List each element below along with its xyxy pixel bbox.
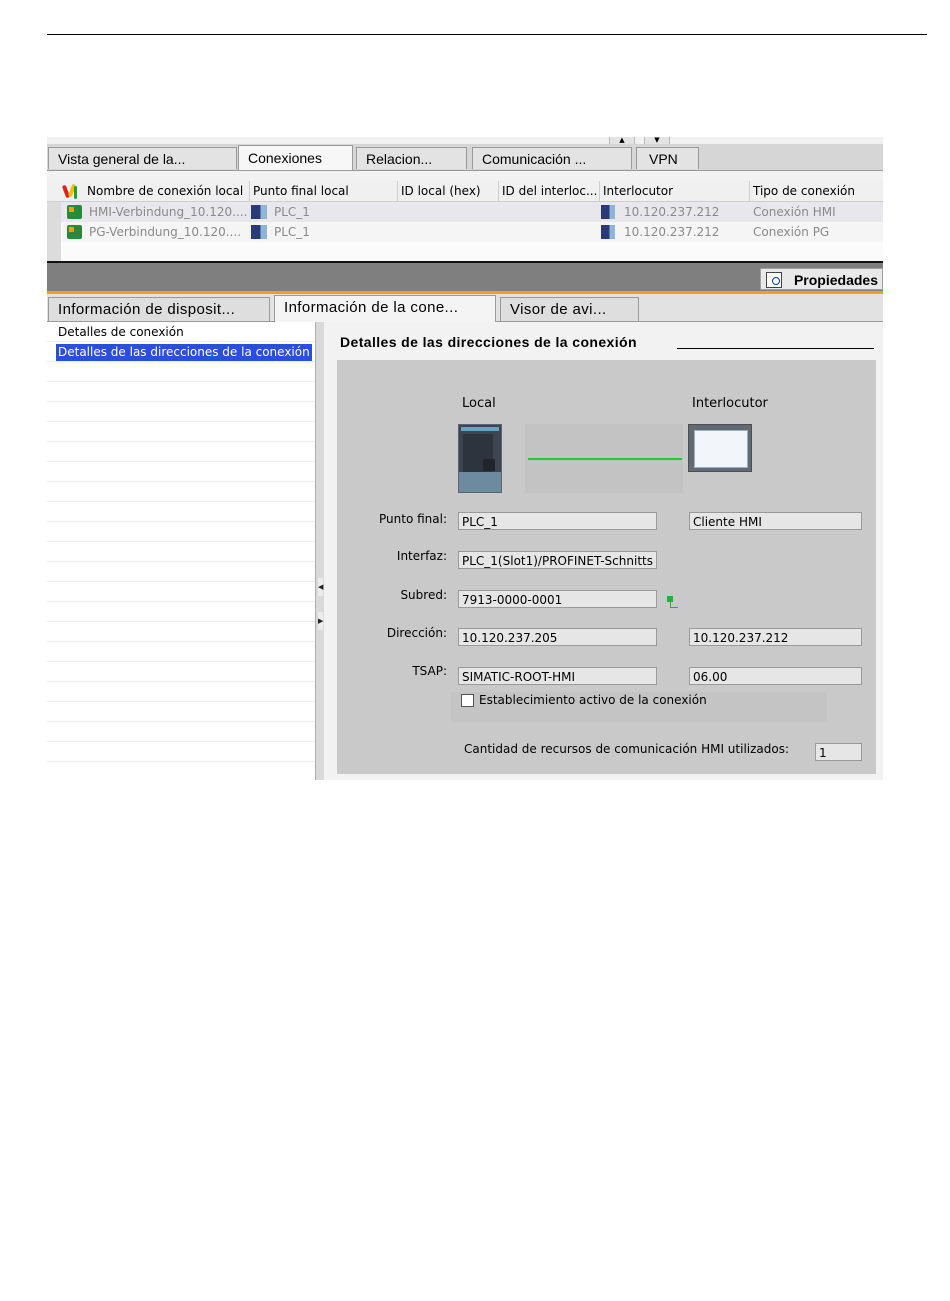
properties-label: Propiedades bbox=[793, 272, 878, 288]
interface-label: Interfaz: bbox=[396, 549, 447, 563]
connections-table: Nombre de conexión local Punto final loc… bbox=[47, 181, 883, 263]
hmi-resources-label: Cantidad de recursos de comunicación HMI… bbox=[464, 742, 790, 756]
active-connection-row: Establecimiento activo de la conexión bbox=[451, 692, 827, 722]
hmi-panel-icon bbox=[688, 424, 752, 472]
cell-local-id bbox=[397, 222, 498, 242]
col-local-connection-name[interactable]: Nombre de conexión local bbox=[84, 181, 249, 201]
cell-connection-type: Conexión PG bbox=[753, 225, 830, 239]
row-header[interactable] bbox=[47, 222, 61, 242]
address-details-box: Local Interlocutor Punto final: PLC_1 Cl… bbox=[337, 360, 876, 774]
hmi-connection-icon bbox=[67, 205, 82, 219]
table-row-empty[interactable] bbox=[47, 242, 883, 263]
partner-tsap-field[interactable]: 06.00 bbox=[689, 667, 862, 685]
tab-communication[interactable]: Comunicación ... bbox=[472, 147, 632, 169]
tab-connections[interactable]: Conexiones bbox=[238, 145, 353, 170]
cell-connection-type: Conexión HMI bbox=[753, 205, 836, 219]
pg-connection-icon bbox=[67, 225, 82, 239]
tab-connection-info[interactable]: Información de la cone... bbox=[274, 295, 496, 322]
tab-vpn[interactable]: VPN bbox=[636, 147, 699, 169]
cell-local-endpoint: PLC_1 bbox=[274, 225, 310, 239]
page-top-rule bbox=[47, 34, 927, 35]
section-title-rule bbox=[677, 348, 874, 349]
connection-link-line bbox=[528, 458, 682, 460]
subnet-network-icon bbox=[667, 596, 681, 610]
tab-relations[interactable]: Relacion... bbox=[356, 147, 467, 169]
plc-device-icon bbox=[458, 424, 502, 493]
local-header: Local bbox=[462, 396, 496, 411]
plc-device-icon bbox=[251, 205, 267, 219]
partner-device-icon bbox=[601, 225, 615, 239]
tab-overview[interactable]: Vista general de la... bbox=[48, 147, 237, 169]
connection-info-nav: Detalles de conexión Detalles de las dir… bbox=[47, 322, 315, 780]
cell-partner: 10.120.237.212 bbox=[624, 225, 720, 239]
local-tsap-field[interactable]: SIMATIC-ROOT-HMI bbox=[458, 667, 657, 685]
plc-device-icon bbox=[251, 225, 267, 239]
properties-button[interactable]: Propiedades bbox=[760, 268, 883, 290]
active-connection-label: Establecimiento activo de la conexión bbox=[479, 693, 707, 707]
cell-partner-id bbox=[498, 222, 599, 242]
cell-connection-name: PG-Verbindung_10.120.... bbox=[89, 225, 242, 239]
cell-partner: 10.120.237.212 bbox=[624, 205, 720, 219]
tab-alarm-viewer[interactable]: Visor de avi... bbox=[500, 297, 639, 321]
col-local-endpoint[interactable]: Punto final local bbox=[249, 181, 397, 201]
partner-endpoint-field[interactable]: Cliente HMI bbox=[689, 512, 862, 530]
col-local-id[interactable]: ID local (hex) bbox=[397, 181, 498, 201]
tab-device-info[interactable]: Información de disposit... bbox=[48, 297, 270, 321]
cell-local-endpoint: PLC_1 bbox=[274, 205, 310, 219]
subnet-label: Subred: bbox=[400, 588, 447, 602]
local-interface-field[interactable]: PLC_1(Slot1)/PROFINET-Schnitts bbox=[458, 551, 657, 569]
address-details-panel: Detalles de las direcciones de la conexi… bbox=[324, 322, 883, 780]
connection-type-icon bbox=[61, 183, 79, 199]
partner-device-icon bbox=[601, 205, 615, 219]
nav-item-address-details[interactable]: Detalles de las direcciones de la conexi… bbox=[56, 344, 312, 361]
local-address-field[interactable]: 10.120.237.205 bbox=[458, 628, 657, 646]
collapse-left-arrow-icon[interactable]: ◀ bbox=[318, 578, 323, 596]
col-connection-type[interactable]: Tipo de conexión bbox=[749, 181, 883, 201]
inspector-bar: Propiedades bbox=[47, 261, 883, 291]
partner-header: Interlocutor bbox=[692, 396, 768, 411]
cell-local-id bbox=[397, 202, 498, 222]
address-label: Dirección: bbox=[386, 626, 447, 640]
tsap-label: TSAP: bbox=[412, 664, 447, 678]
table-header: Nombre de conexión local Punto final loc… bbox=[47, 181, 883, 202]
endpoint-label: Punto final: bbox=[379, 512, 447, 526]
top-tab-bar: Vista general de la... Conexiones Relaci… bbox=[47, 144, 883, 171]
table-row[interactable]: PG-Verbindung_10.120.... PLC_1 10.120.23… bbox=[47, 222, 883, 243]
partner-address-field[interactable]: 10.120.237.212 bbox=[689, 628, 862, 646]
local-subnet-field[interactable]: 7913-0000-0001 bbox=[458, 590, 657, 608]
row-header[interactable] bbox=[47, 242, 61, 262]
row-header[interactable] bbox=[47, 202, 61, 222]
local-endpoint-field[interactable]: PLC_1 bbox=[458, 512, 657, 530]
properties-magnifier-icon bbox=[766, 272, 782, 288]
expand-right-arrow-icon[interactable]: ▶ bbox=[318, 612, 323, 630]
connection-link bbox=[525, 424, 683, 493]
cell-connection-name: HMI-Verbindung_10.120.... bbox=[89, 205, 248, 219]
hmi-resources-field[interactable]: 1 bbox=[815, 743, 862, 761]
col-partner[interactable]: Interlocutor bbox=[599, 181, 749, 201]
col-partner-id[interactable]: ID del interloc... bbox=[498, 181, 599, 201]
tia-portal-inspector: ▲ ▼ Vista general de la... Conexiones Re… bbox=[47, 137, 883, 780]
properties-tab-bar: Información de disposit... Información d… bbox=[47, 294, 883, 322]
table-row[interactable]: HMI-Verbindung_10.120.... PLC_1 10.120.2… bbox=[47, 202, 883, 223]
nav-item-connection-details[interactable]: Detalles de conexión bbox=[56, 324, 186, 341]
cell-partner-id bbox=[498, 202, 599, 222]
section-title: Detalles de las direcciones de la conexi… bbox=[340, 334, 637, 350]
active-connection-checkbox[interactable] bbox=[461, 694, 474, 707]
